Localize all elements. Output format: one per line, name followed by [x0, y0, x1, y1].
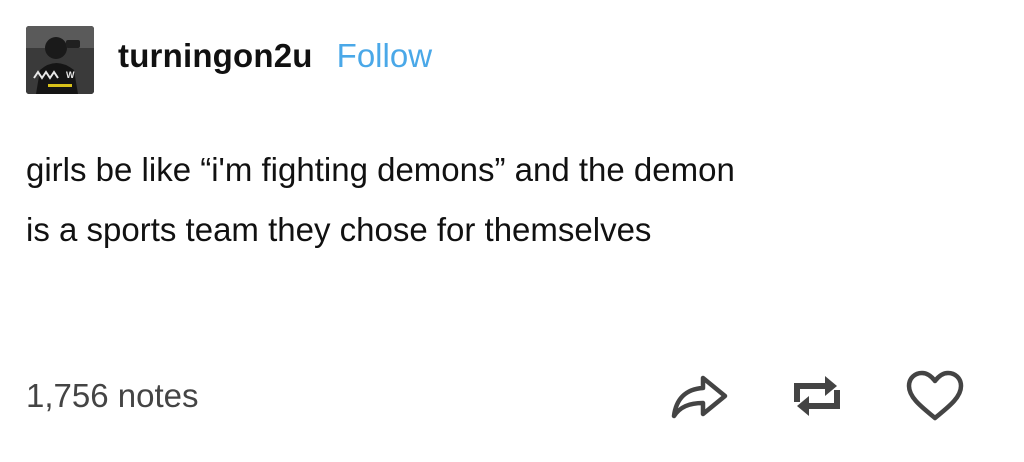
avatar[interactable]: W — [26, 26, 94, 94]
post-header: W turningon2u Follow — [26, 26, 432, 94]
follow-button[interactable]: Follow — [337, 37, 432, 75]
avatar-logo-text: W — [66, 70, 75, 80]
post-footer: 1,756 notes — [26, 368, 974, 424]
post-text-line-2: is a sports team they chose for themselv… — [26, 211, 652, 248]
share-arrow-icon — [671, 375, 728, 419]
share-button[interactable] — [668, 368, 730, 424]
post-text: girls be like “i'm fighting demons” and … — [26, 140, 986, 260]
reblog-button[interactable] — [786, 368, 848, 424]
username-link[interactable]: turningon2u — [118, 37, 313, 75]
notes-count[interactable]: 1,756 notes — [26, 377, 198, 415]
heart-icon — [906, 370, 964, 421]
post-actions — [668, 368, 966, 424]
post-text-line-1: girls be like “i'm fighting demons” and … — [26, 151, 735, 188]
avatar-image: W — [26, 26, 94, 94]
reblog-icon — [794, 376, 840, 416]
like-button[interactable] — [904, 368, 966, 424]
